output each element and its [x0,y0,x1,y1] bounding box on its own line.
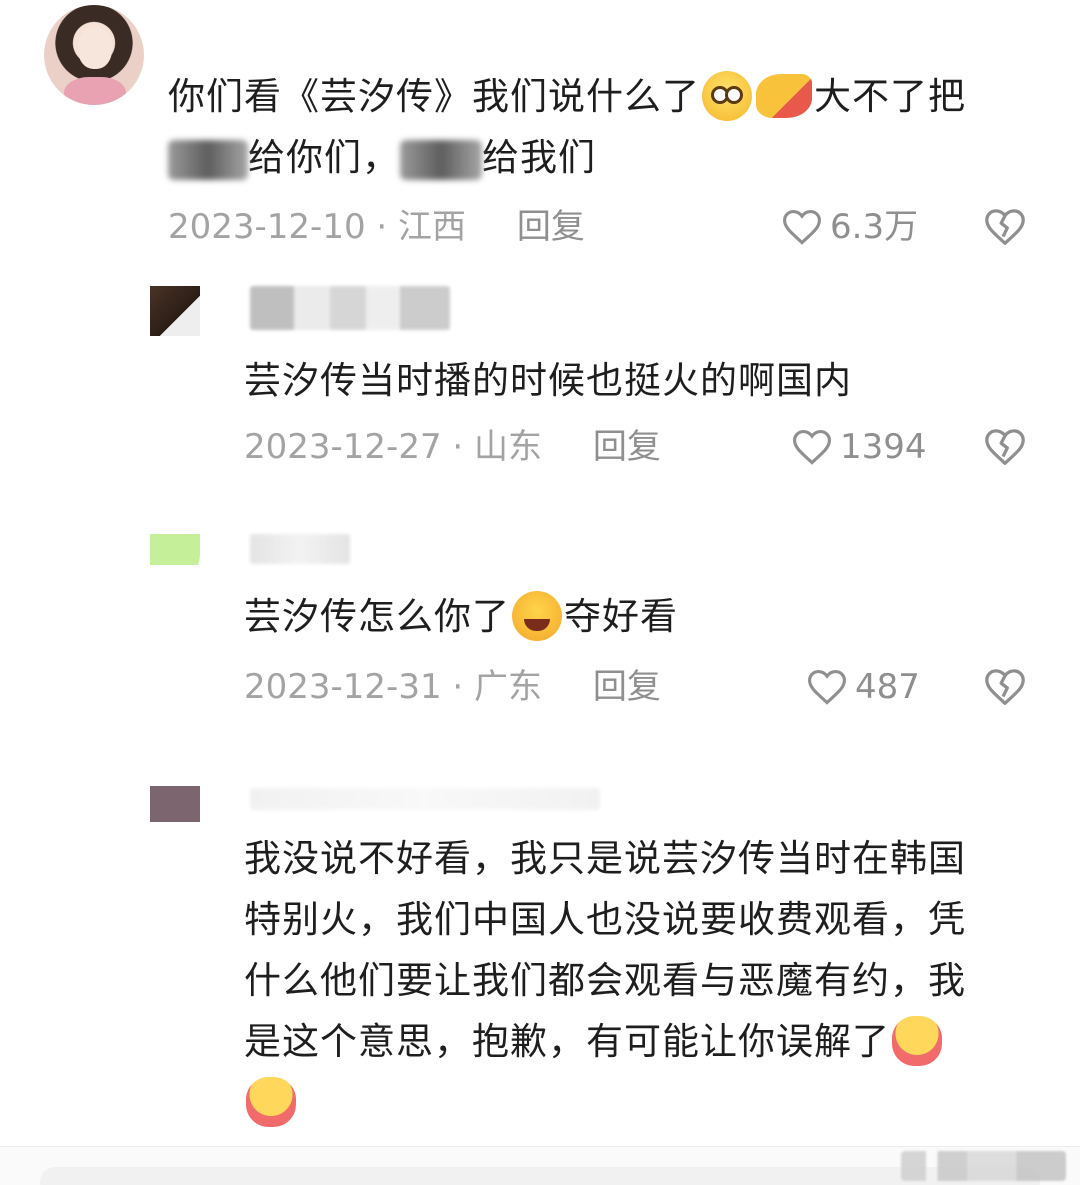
hugging-face-emoji [892,1015,942,1066]
comment-1-text: 你们看《芸汐传》我们说什么了 大不了把 给你们， 给我们 [168,66,1048,188]
reply-avatar[interactable] [150,286,200,336]
reply-button[interactable]: 回复 [593,667,661,707]
meta-separator: · [376,207,388,247]
comment-2-meta: 2023-12-27 · 山东 回复 [244,422,661,472]
redacted-text [400,139,482,180]
bottom-bar [0,1146,1080,1185]
comment-4-text: 我没说不好看，我只是说芸汐传当时在韩国 特别火，我们中国人也没说要收费观看，凭 … [244,828,1044,1133]
comment-4-line: 是这个意思，抱歉，有可能让你误解了 [244,1020,890,1063]
reply-avatar[interactable] [150,786,200,822]
comment-1-meta: 2023-12-10 · 江西 回复 [168,202,585,252]
comment-location: 江西 [398,207,467,247]
like-button[interactable]: 6.3万 [780,202,918,252]
redacted-username [250,534,350,564]
grinning-face-emoji [702,70,752,121]
heart-outline-icon [805,665,849,709]
comment-1-text-part: 给我们 [482,136,596,179]
comment-1-text-part: 给你们， [248,136,400,179]
hugging-face-emoji [246,1076,296,1127]
comment-4-line: 我没说不好看，我只是说芸汐传当时在韩国 [244,837,966,880]
comment-input-bar[interactable] [40,1167,1040,1185]
comment-4-line: 什么他们要让我们都会观看与恶魔有约，我 [244,959,966,1002]
reply-button[interactable]: 回复 [517,207,585,247]
broken-heart-icon [982,664,1028,710]
comment-1-text-part: 你们看《芸汐传》我们说什么了 [168,75,700,118]
comment-date: 2023-12-10 [168,207,366,247]
meta-separator: · [452,427,464,467]
broken-heart-icon [982,204,1028,250]
comment-1-text-part: 大不了把 [814,75,966,118]
like-button[interactable]: 487 [805,662,920,712]
like-button[interactable]: 1394 [790,422,927,472]
comment-4-line: 特别火，我们中国人也没说要收费观看，凭 [244,898,966,941]
comment-thread: 你们看《芸汐传》我们说什么了 大不了把 给你们， 给我们 2023-12-10 · … [0,0,1080,1185]
dislike-button[interactable] [982,204,1028,250]
like-count: 487 [855,667,920,707]
comment-3-text-part: 芸汐传怎么你了 [244,595,510,638]
meta-separator: · [452,667,464,707]
user-avatar-main[interactable] [44,5,144,105]
like-count: 6.3万 [830,207,919,247]
comment-3-text: 芸汐传怎么你了 夺好看 [244,586,1044,647]
watermark [901,1151,1066,1181]
heart-outline-icon [780,205,824,249]
heart-outline-icon [790,425,834,469]
laughing-crying-emoji [512,590,562,641]
like-count: 1394 [840,427,927,467]
redacted-username [250,286,450,330]
comment-3-meta: 2023-12-31 · 广东 回复 [244,662,661,712]
comment-3-text-part: 夺好看 [564,595,678,638]
comment-location: 广东 [474,667,543,707]
comment-2-text: 芸汐传当时播的时候也挺火的啊国内 [244,359,852,402]
redacted-username [250,788,600,810]
dislike-button[interactable] [982,664,1028,710]
reply-button[interactable]: 回复 [593,427,661,467]
pointing-hand-emoji [756,73,812,118]
redacted-text [168,139,248,180]
broken-heart-icon [982,424,1028,470]
comment-date: 2023-12-27 [244,427,442,467]
reply-avatar[interactable] [150,534,200,584]
comment-date: 2023-12-31 [244,667,442,707]
dislike-button[interactable] [982,424,1028,470]
comment-location: 山东 [474,427,543,467]
